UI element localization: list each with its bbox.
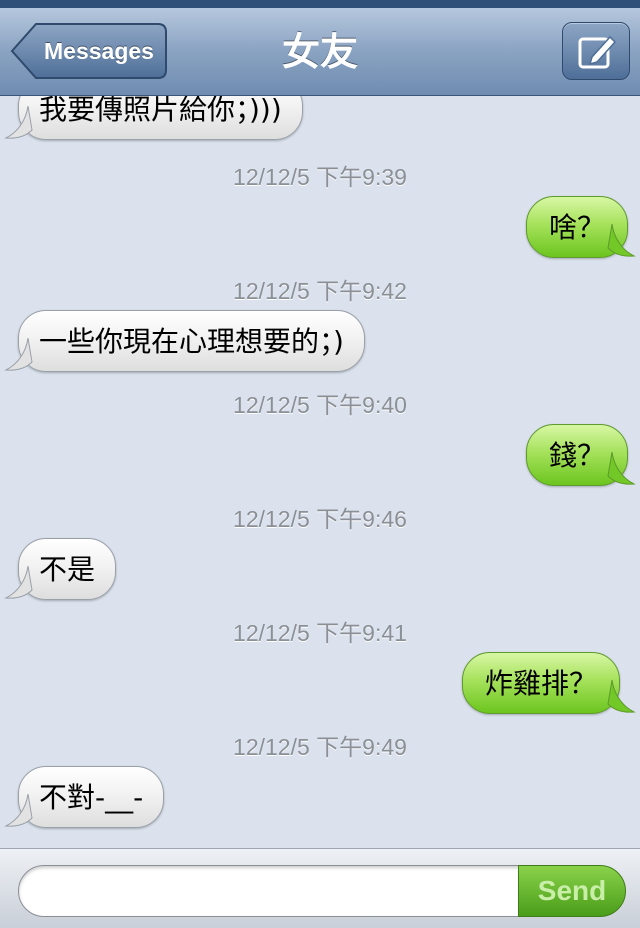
bubble-tail <box>607 224 636 257</box>
compose-icon <box>578 35 617 69</box>
bubble-tail <box>4 566 33 599</box>
received-bubble[interactable]: 我要傳照片給你；))) <box>18 96 303 140</box>
bubble-tail <box>4 794 33 827</box>
back-button-label: Messages <box>44 38 154 64</box>
back-button[interactable]: Messages <box>10 22 168 80</box>
timestamp: 12/12/5 下午9:41 <box>233 620 407 646</box>
timestamp: 12/12/5 下午9:39 <box>233 164 407 190</box>
navigation-bar: Messages 女友 <box>0 8 640 96</box>
composer-bar: Send <box>0 848 640 928</box>
sent-bubble[interactable]: 炸雞排？ <box>462 652 621 714</box>
timestamp: 12/12/5 下午9:46 <box>233 506 407 532</box>
message-input[interactable] <box>18 865 538 917</box>
timestamp: 12/12/5 下午9:40 <box>233 392 407 418</box>
bubble-tail <box>4 338 33 371</box>
bubble-tail <box>4 106 33 139</box>
received-bubble[interactable]: 一些你現在心理想要的；) <box>18 310 365 372</box>
page-title: 女友 <box>281 30 358 74</box>
bubble-tail <box>607 680 636 713</box>
conversation-view[interactable]: 我要傳照片給你；))) 12/12/5 下午9:39 啥？ 12/12/5 下午… <box>0 96 640 848</box>
compose-button[interactable] <box>562 22 630 80</box>
timestamp: 12/12/5 下午9:49 <box>233 734 407 760</box>
timestamp: 12/12/5 下午9:42 <box>233 278 407 304</box>
received-bubble[interactable]: 不對-__- <box>18 766 165 828</box>
send-button[interactable]: Send <box>518 865 626 917</box>
status-strip <box>0 0 640 8</box>
bubble-tail <box>607 452 636 485</box>
